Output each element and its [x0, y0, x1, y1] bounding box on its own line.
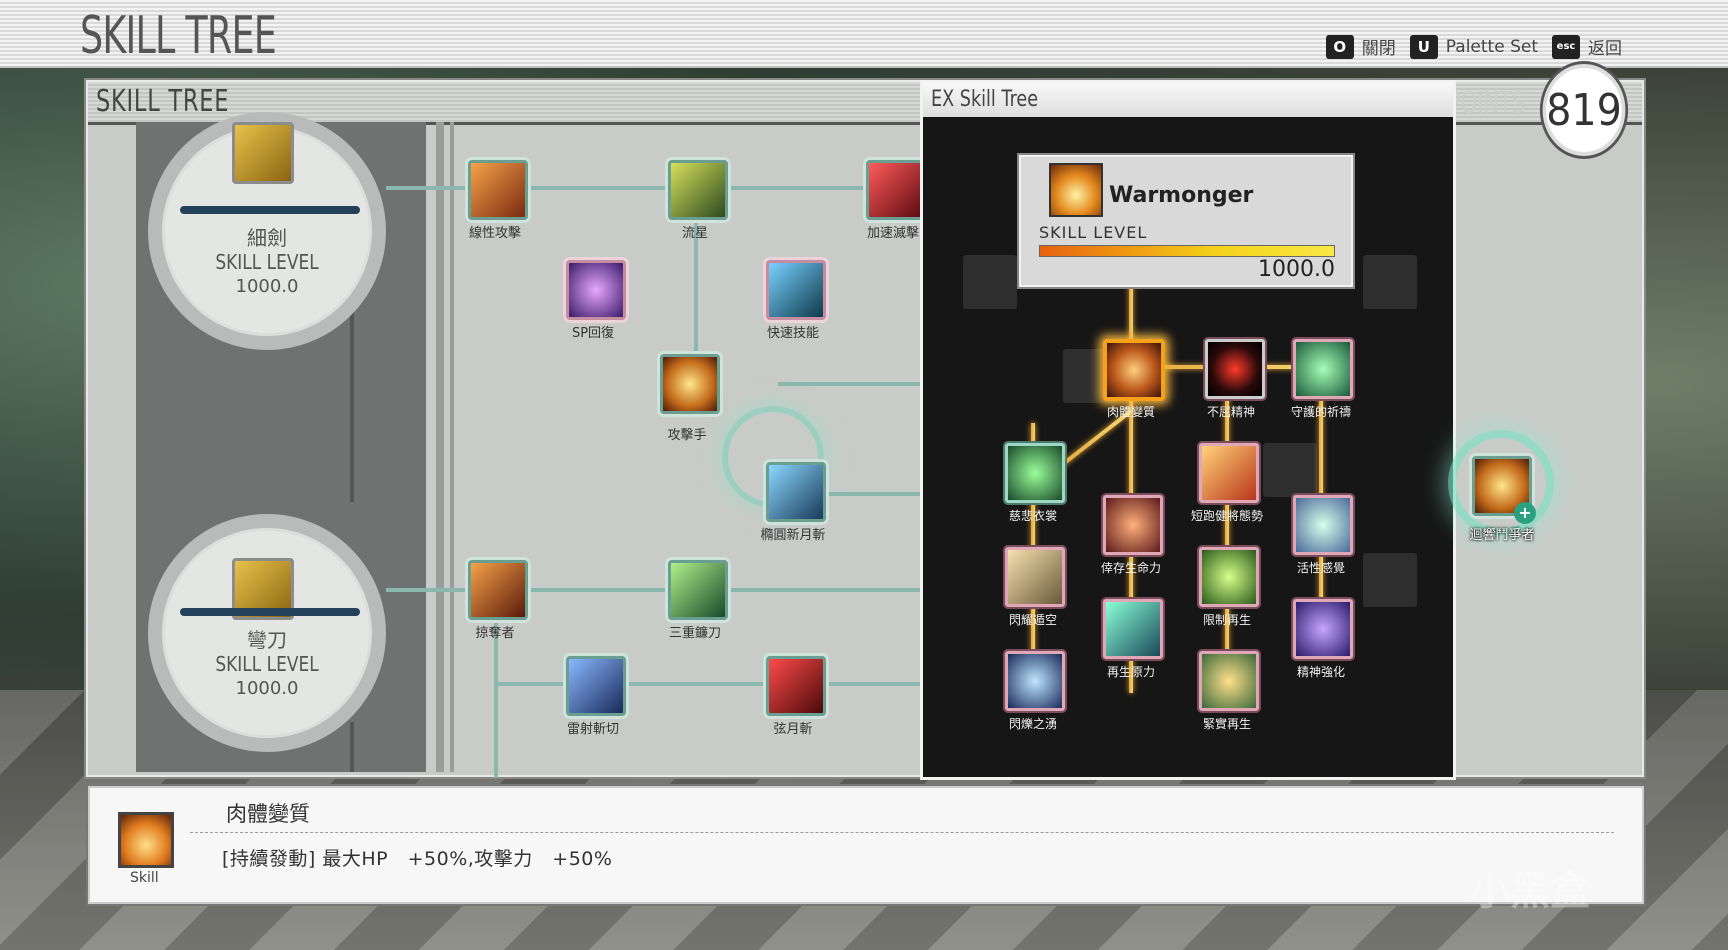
node-label: 流星 [681, 226, 708, 241]
weapon-name: 彎刀 [247, 628, 287, 652]
weapon-connector [350, 302, 354, 502]
node-sp-recovery[interactable] [566, 260, 626, 320]
node-label: 快速技能 [766, 326, 819, 341]
hotkey-close-label[interactable]: 關閉 [1362, 34, 1396, 59]
skill-points-counter: 819 [1542, 64, 1626, 156]
ex-node-label: 活性感覺 [1296, 561, 1345, 575]
top-bar: SKILL TREE O 關閉 U Palette Set esc 返回 [0, 0, 1728, 68]
node-label: 線性攻擊 [468, 226, 521, 241]
weapon-level-value: 1000.0 [235, 276, 299, 297]
node-label: SP回復 [571, 326, 615, 341]
locked-node [1263, 443, 1317, 497]
ex-node-shining-evasion[interactable] [1005, 547, 1065, 607]
weapon-level-label: SKILL LEVEL [215, 652, 319, 676]
node-quick-skill[interactable] [766, 260, 826, 320]
hotkey-bar: O 關閉 U Palette Set esc 返回 [1325, 34, 1628, 59]
ex-node-label: 再生原力 [1106, 665, 1155, 679]
ex-node-firm-regen[interactable] [1199, 651, 1259, 711]
ex-node-survival-vitality[interactable] [1103, 495, 1163, 555]
node-triple-scythe[interactable] [668, 560, 728, 620]
node-crescent-slash[interactable] [766, 656, 826, 716]
ex-node-label: 閃耀遁空 [1008, 613, 1057, 627]
ex-node-limited-regen[interactable] [1199, 547, 1259, 607]
node-linear-attack[interactable] [468, 160, 528, 220]
locked-node [963, 255, 1017, 309]
ex-node-indomitable[interactable] [1205, 339, 1265, 399]
weapon-name: 細劍 [247, 226, 287, 250]
weapon-progress-bar [180, 206, 360, 214]
skill-description-panel: Skill 肉體變質 [持續發動] 最大HP +50%,攻擊力 +50% [88, 786, 1644, 904]
panel-title: SKILL TREE [96, 84, 230, 119]
divider [436, 122, 444, 772]
skill-detail-card: Warmonger SKILL LEVEL 1000.0 [1019, 155, 1353, 287]
hotkey-back-key[interactable]: esc [1552, 34, 1580, 59]
ex-node-spirit-boost[interactable] [1293, 599, 1353, 659]
ex-node-label: 短跑健將態勢 [1190, 509, 1263, 523]
ex-header: EX Skill Tree [923, 83, 1453, 117]
weapon-level-label: SKILL LEVEL [215, 250, 319, 274]
divider [190, 832, 1614, 833]
ex-node-label: 緊實再生 [1202, 717, 1251, 731]
tree-connector [498, 682, 938, 686]
node-laser-cut[interactable] [566, 656, 626, 716]
ex-node-label: 慈悲衣裳 [1008, 509, 1057, 523]
node-accel-strike[interactable] [866, 160, 926, 220]
ex-node-label: 精神強化 [1296, 665, 1345, 679]
node-label: 雷射斬切 [566, 722, 619, 737]
points-label: POINTS [1448, 86, 1526, 121]
node-meteor[interactable] [668, 160, 728, 220]
node-plunderer[interactable] [468, 560, 528, 620]
node-label: 三重鐮刀 [668, 626, 721, 641]
locked-node [1363, 255, 1417, 309]
weapon-scimitar[interactable]: 彎刀 SKILL LEVEL 1000.0 [148, 514, 386, 752]
selected-skill-icon [118, 812, 174, 868]
skill-level-value: 1000.0 [1258, 257, 1335, 282]
add-icon[interactable]: + [1514, 502, 1536, 524]
hotkey-close-key[interactable]: O [1325, 34, 1354, 59]
rapier-icon [232, 122, 294, 184]
ex-node-active-sense[interactable] [1293, 495, 1353, 555]
weapon-level-value: 1000.0 [235, 678, 299, 699]
divider [450, 122, 454, 772]
skill-name: Warmonger [1109, 183, 1254, 208]
weapon-progress-bar [180, 608, 360, 616]
node-label: 橢圓新月斬 [760, 528, 826, 543]
skill-level-bar [1039, 245, 1335, 257]
ex-title: EX Skill Tree [931, 87, 1039, 112]
warmonger-icon [1049, 163, 1103, 217]
watermark: 小黑盒 [1470, 868, 1590, 914]
node-ellipse-crescent[interactable] [766, 462, 826, 522]
icon-caption: Skill [130, 870, 159, 886]
hotkey-back-label[interactable]: 返回 [1588, 34, 1622, 59]
tree-connector [778, 382, 938, 386]
ex-node-label: 守護的祈禱 [1290, 405, 1351, 419]
ex-node-guardian-prayer[interactable] [1293, 339, 1353, 399]
hotkey-palette-key[interactable]: U [1409, 34, 1438, 59]
ex-node-sprinter-stance[interactable] [1199, 443, 1259, 503]
ex-node-label: 肉體變質 [1106, 405, 1155, 419]
node-label: 攻擊手 [667, 428, 707, 443]
ex-node-label: 閃爍之湧 [1008, 717, 1057, 731]
skill-level-label: SKILL LEVEL [1039, 223, 1148, 242]
ex-node-label: 倖存生命力 [1100, 561, 1161, 575]
ex-node-flash-surge[interactable] [1005, 651, 1065, 711]
weapon-connector [350, 722, 354, 772]
ex-node-label: 不屈精神 [1206, 405, 1255, 419]
weapon-rapier[interactable]: 細劍 SKILL LEVEL 1000.0 [148, 112, 386, 350]
node-label: 迴響鬥爭者 [1469, 528, 1535, 543]
locked-node [1363, 553, 1417, 607]
hotkey-palette-label[interactable]: Palette Set [1446, 37, 1538, 57]
selected-skill-effect: [持續發動] 最大HP +50%,攻擊力 +50% [222, 848, 613, 870]
node-label: 掠奪者 [475, 626, 515, 641]
ex-node-mercy-robe[interactable] [1005, 443, 1065, 503]
selected-skill-name: 肉體變質 [226, 802, 310, 826]
ex-node-regen-force[interactable] [1103, 599, 1163, 659]
page-title: SKILL TREE [80, 6, 277, 66]
ex-connector [1225, 373, 1229, 693]
ex-node-label: 限制再生 [1202, 613, 1251, 627]
ex-node-body-mutation[interactable] [1103, 339, 1165, 401]
node-label: 弦月斬 [773, 722, 813, 737]
ex-skill-tree-window: EX Skill Tree Warmonger SKILL LEVEL 1000… [920, 80, 1456, 780]
node-attacker[interactable] [660, 354, 720, 414]
